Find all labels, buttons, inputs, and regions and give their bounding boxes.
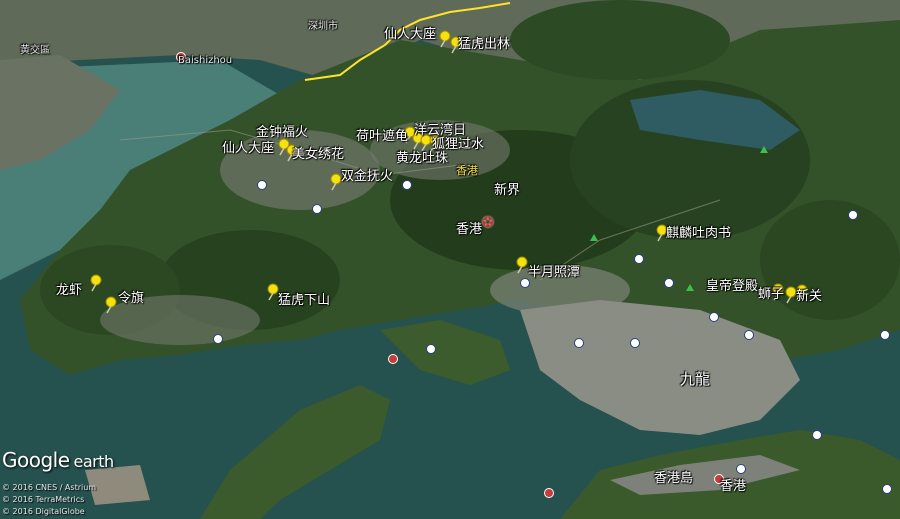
place-label: 麒麟吐肉书 (666, 226, 732, 241)
poi-marker[interactable] (426, 344, 436, 354)
place-label: 仙人大座 (222, 141, 275, 156)
region-label: 香港 (456, 164, 478, 177)
place-label: 黄龙吐珠 (396, 151, 449, 166)
poi-marker[interactable] (630, 338, 640, 348)
google-earth-logo: Google earth (2, 448, 114, 472)
place-label: 新关 (796, 289, 823, 304)
poi-marker[interactable] (882, 484, 892, 494)
region-label: 九龍 (680, 370, 711, 388)
place-label: 狐狸过水 (432, 137, 485, 152)
city-label: Baishizhou (178, 55, 233, 66)
poi-marker[interactable] (574, 338, 584, 348)
poi-marker[interactable] (402, 180, 412, 190)
copyright-text: © 2016 CNES / Astrium (2, 483, 97, 492)
satellite-imagery (0, 0, 900, 519)
poi-marker[interactable] (736, 464, 746, 474)
place-label: 荷叶遮龟 (356, 129, 409, 144)
poi-marker-red[interactable] (388, 354, 398, 364)
poi-marker[interactable] (880, 330, 890, 340)
place-label: 猛虎下山 (278, 293, 331, 308)
poi-marker[interactable] (634, 254, 644, 264)
place-label: 龙虾 (56, 283, 83, 298)
pushpin-icon[interactable] (89, 274, 103, 292)
peak-icon (686, 284, 694, 291)
pushpin-icon[interactable] (515, 256, 529, 274)
poi-marker[interactable] (709, 312, 719, 322)
poi-marker[interactable] (213, 334, 223, 344)
pushpin-icon[interactable] (104, 296, 118, 314)
place-label: 金钟福火 (256, 125, 309, 140)
copyright-text: © 2016 TerraMetrics (2, 495, 85, 504)
poi-marker[interactable] (812, 430, 822, 440)
city-label: 黄交區 (20, 45, 50, 56)
poi-marker-red[interactable] (544, 488, 554, 498)
place-label: 皇帝登殿 (706, 279, 759, 294)
city-label: 深圳市 (308, 21, 338, 32)
place-label: 美女绣花 (292, 147, 345, 162)
poi-marker[interactable] (257, 180, 267, 190)
poi-marker[interactable] (312, 204, 322, 214)
poi-marker[interactable] (848, 210, 858, 220)
poi-marker[interactable] (664, 278, 674, 288)
peak-icon (760, 146, 768, 153)
region-label: 香港 (456, 222, 483, 237)
copyright-text: © 2016 DigitalGlobe (2, 507, 85, 516)
place-label: 半月照潭 (528, 265, 581, 280)
region-label: 新界 (494, 183, 521, 198)
peak-icon (590, 234, 598, 241)
poi-marker[interactable] (744, 330, 754, 340)
region-label: 香港 (720, 479, 747, 494)
place-label: 洋云湾日 (414, 123, 467, 138)
place-label: 猛虎出林 (458, 37, 511, 52)
place-label: 双金抚火 (341, 169, 394, 184)
region-label: 香港島 (654, 471, 694, 486)
place-label: 蛳子 (758, 287, 785, 302)
place-label: 令旗 (118, 291, 145, 306)
map-view[interactable]: ✪ 仙人大座 猛虎出林 金钟福火 仙人大座 美女绣花 荷叶遮龟 洋云湾日 狐狸过… (0, 0, 900, 519)
place-label: 仙人大座 (384, 27, 437, 42)
capital-star-icon: ✪ (482, 215, 494, 231)
